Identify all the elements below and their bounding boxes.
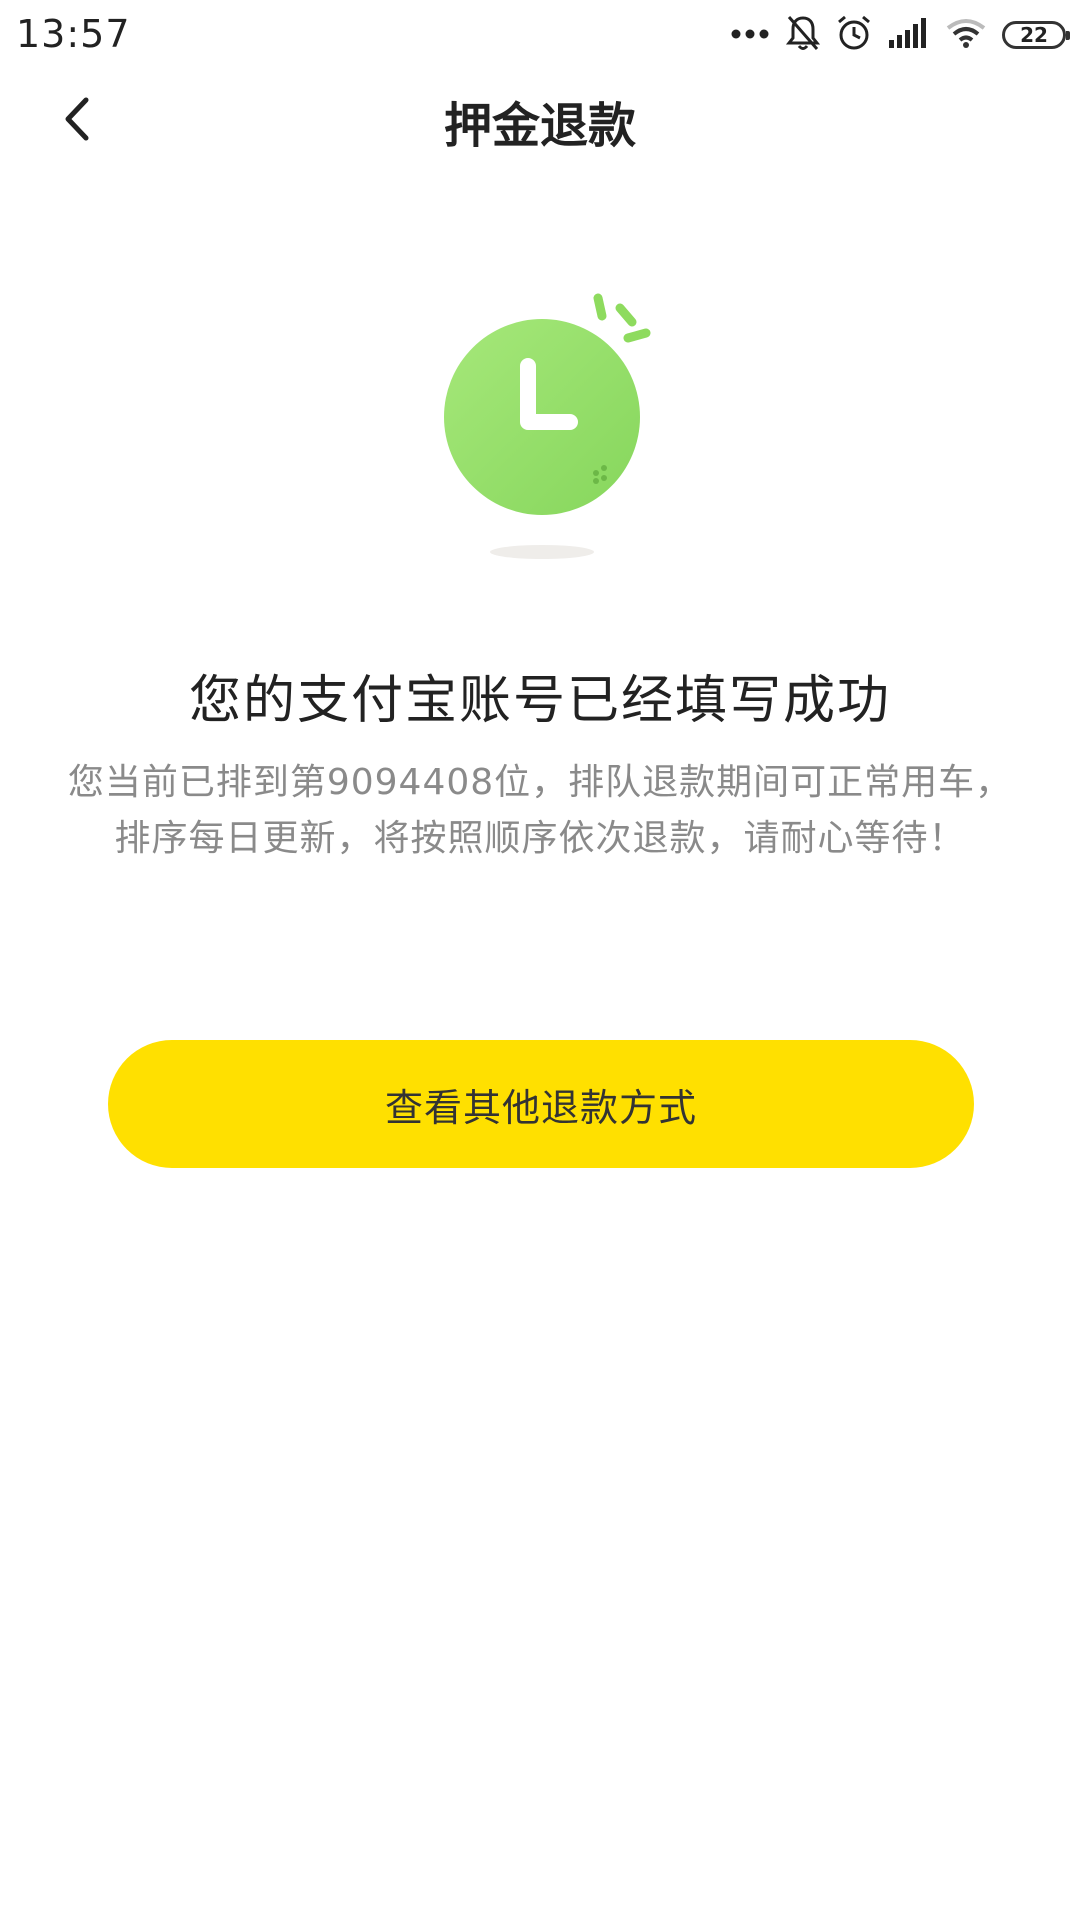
- battery-icon: 22: [1002, 21, 1070, 49]
- nav-bar: 押金退款: [0, 70, 1080, 170]
- status-icons: 22: [714, 12, 1070, 58]
- alarm-icon: [836, 14, 872, 56]
- more-dots-icon: [730, 26, 770, 45]
- signal-icon: [888, 18, 930, 52]
- wifi-icon: [946, 18, 986, 52]
- status-time: 13:57: [16, 12, 131, 56]
- success-title: 您的支付宝账号已经填写成功: [188, 671, 891, 731]
- clock-illustration: [420, 280, 680, 570]
- battery-level: 22: [1020, 23, 1048, 47]
- clock-icon: [444, 293, 651, 559]
- other-refund-methods-button[interactable]: 查看其他退款方式: [108, 1040, 974, 1168]
- status-bar: 13:57 22: [0, 0, 1080, 70]
- bell-off-icon: [785, 14, 821, 56]
- queue-description: 您当前已排到第9094408位，排队退款期间可正常用车，排序每日更新，将按照顺序…: [67, 762, 1013, 859]
- page-title: 押金退款: [443, 98, 636, 154]
